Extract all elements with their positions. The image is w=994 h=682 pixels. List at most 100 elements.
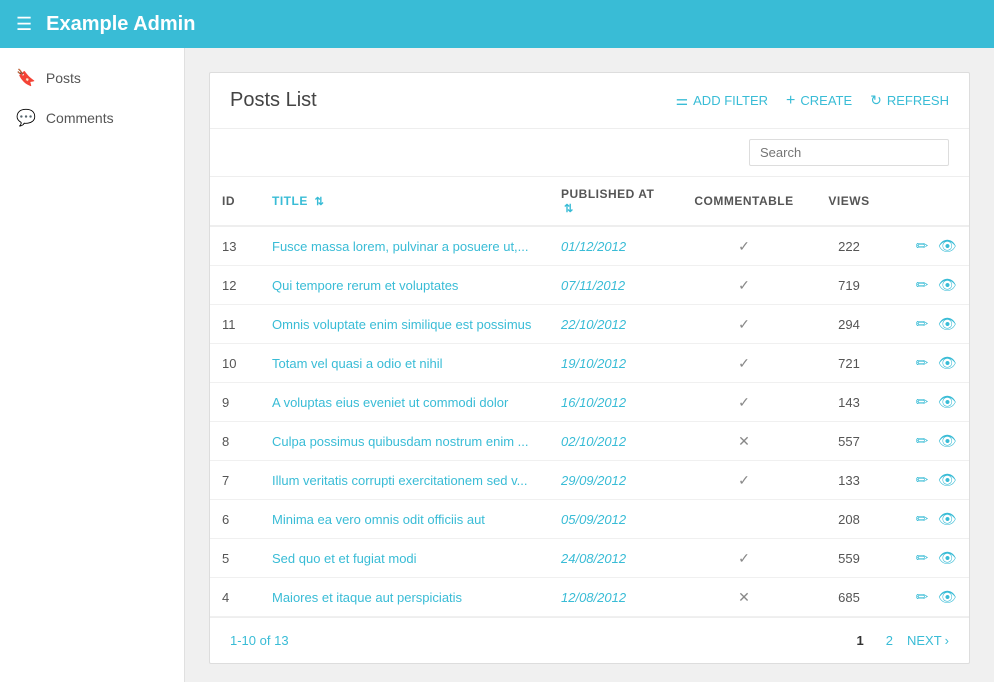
cell-commentable: ✓: [679, 383, 809, 422]
table-row: 6 Minima ea vero omnis odit officiis aut…: [210, 500, 969, 539]
chevron-right-icon: ›: [945, 633, 949, 648]
cell-published-at: 16/10/2012: [549, 383, 679, 422]
post-title-link[interactable]: Minima ea vero omnis odit officiis aut: [272, 512, 485, 527]
post-title-link[interactable]: Maiores et itaque aut perspiciatis: [272, 590, 462, 605]
edit-icon[interactable]: ✏: [916, 277, 929, 294]
cell-actions: ✏ 👁: [889, 539, 969, 578]
cell-published-at: 19/10/2012: [549, 344, 679, 383]
cell-title: A voluptas eius eveniet ut commodi dolor: [260, 383, 549, 422]
view-icon[interactable]: 👁: [938, 433, 957, 450]
cross-icon: ✕: [738, 589, 750, 605]
post-title-link[interactable]: Qui tempore rerum et voluptates: [272, 278, 458, 293]
sidebar-item-comments-label: Comments: [46, 110, 114, 126]
app-title: Example Admin: [46, 13, 195, 36]
cell-actions: ✏ 👁: [889, 266, 969, 305]
cell-title: Fusce massa lorem, pulvinar a posuere ut…: [260, 226, 549, 266]
menu-icon[interactable]: ☰: [16, 14, 32, 35]
edit-icon[interactable]: ✏: [916, 589, 929, 606]
search-bar: [210, 129, 969, 177]
plus-icon: +: [786, 92, 795, 110]
cell-published-at: 05/09/2012: [549, 500, 679, 539]
cell-title: Minima ea vero omnis odit officiis aut: [260, 500, 549, 539]
edit-icon[interactable]: ✏: [916, 316, 929, 333]
cell-actions: ✏ 👁: [889, 383, 969, 422]
col-title[interactable]: TITLE ⇅: [260, 177, 549, 226]
cell-published-at: 02/10/2012: [549, 422, 679, 461]
filter-icon: ⚌: [676, 92, 689, 109]
cell-commentable: ✓: [679, 461, 809, 500]
post-title-link[interactable]: Totam vel quasi a odio et nihil: [272, 356, 443, 371]
view-icon[interactable]: 👁: [938, 472, 957, 489]
cell-commentable: ✓: [679, 305, 809, 344]
table-row: 5 Sed quo et et fugiat modi 24/08/2012 ✓…: [210, 539, 969, 578]
edit-icon[interactable]: ✏: [916, 550, 929, 567]
post-title-link[interactable]: Omnis voluptate enim similique est possi…: [272, 317, 531, 332]
cell-actions: ✏ 👁: [889, 226, 969, 266]
edit-icon[interactable]: ✏: [916, 238, 929, 255]
add-filter-button[interactable]: ⚌ ADD FILTER: [676, 92, 768, 109]
table-row: 8 Culpa possimus quibusdam nostrum enim …: [210, 422, 969, 461]
view-icon[interactable]: 👁: [938, 589, 957, 606]
post-title-link[interactable]: Sed quo et et fugiat modi: [272, 551, 417, 566]
cell-id: 7: [210, 461, 260, 500]
cell-views: 208: [809, 500, 889, 539]
cell-views: 294: [809, 305, 889, 344]
view-icon[interactable]: 👁: [938, 511, 957, 528]
col-views: VIEWS: [809, 177, 889, 226]
edit-icon[interactable]: ✏: [916, 511, 929, 528]
cell-commentable: ✓: [679, 344, 809, 383]
refresh-icon: ↻: [870, 92, 882, 109]
sidebar: 🔖 Posts 💬 Comments: [0, 48, 185, 682]
edit-icon[interactable]: ✏: [916, 394, 929, 411]
table-row: 11 Omnis voluptate enim similique est po…: [210, 305, 969, 344]
create-button[interactable]: + CREATE: [786, 92, 852, 110]
pagination-pages: 1 2 NEXT ›: [849, 630, 949, 651]
sidebar-item-posts[interactable]: 🔖 Posts: [0, 58, 184, 98]
cell-commentable: ✓: [679, 266, 809, 305]
posts-table: ID TITLE ⇅ PUBLISHED AT ⇅ COMMENTABLE VI…: [210, 177, 969, 617]
table-row: 12 Qui tempore rerum et voluptates 07/11…: [210, 266, 969, 305]
view-icon[interactable]: 👁: [938, 277, 957, 294]
view-icon[interactable]: 👁: [938, 355, 957, 372]
cell-views: 685: [809, 578, 889, 617]
cell-title: Culpa possimus quibusdam nostrum enim ..…: [260, 422, 549, 461]
sidebar-item-comments[interactable]: 💬 Comments: [0, 98, 184, 138]
view-icon[interactable]: 👁: [938, 238, 957, 255]
cell-id: 13: [210, 226, 260, 266]
view-icon[interactable]: 👁: [938, 550, 957, 567]
post-title-link[interactable]: A voluptas eius eveniet ut commodi dolor: [272, 395, 508, 410]
panel-actions: ⚌ ADD FILTER + CREATE ↻ REFRESH: [676, 92, 949, 110]
cell-title: Qui tempore rerum et voluptates: [260, 266, 549, 305]
col-actions: [889, 177, 969, 226]
sort-icon: ⇅: [315, 196, 325, 208]
edit-icon[interactable]: ✏: [916, 433, 929, 450]
cell-published-at: 07/11/2012: [549, 266, 679, 305]
sidebar-item-posts-label: Posts: [46, 70, 81, 86]
cell-views: 559: [809, 539, 889, 578]
cell-published-at: 22/10/2012: [549, 305, 679, 344]
check-icon: ✓: [738, 355, 750, 371]
edit-icon[interactable]: ✏: [916, 472, 929, 489]
cell-views: 133: [809, 461, 889, 500]
post-title-link[interactable]: Illum veritatis corrupti exercitationem …: [272, 473, 528, 488]
check-icon: ✓: [738, 238, 750, 254]
next-page-button[interactable]: NEXT ›: [907, 633, 949, 648]
cell-views: 557: [809, 422, 889, 461]
view-icon[interactable]: 👁: [938, 394, 957, 411]
page-1-button[interactable]: 1: [849, 630, 872, 651]
page-2-button[interactable]: 2: [878, 630, 901, 651]
cell-title: Omnis voluptate enim similique est possi…: [260, 305, 549, 344]
comments-icon: 💬: [16, 108, 36, 128]
search-input[interactable]: [749, 139, 949, 166]
check-icon: ✓: [738, 472, 750, 488]
post-title-link[interactable]: Culpa possimus quibusdam nostrum enim ..…: [272, 434, 529, 449]
check-icon: ✓: [738, 277, 750, 293]
refresh-button[interactable]: ↻ REFRESH: [870, 92, 949, 109]
cell-title: Illum veritatis corrupti exercitationem …: [260, 461, 549, 500]
view-icon[interactable]: 👁: [938, 316, 957, 333]
cell-id: 4: [210, 578, 260, 617]
edit-icon[interactable]: ✏: [916, 355, 929, 372]
posts-icon: 🔖: [16, 68, 36, 88]
cell-published-at: 24/08/2012: [549, 539, 679, 578]
post-title-link[interactable]: Fusce massa lorem, pulvinar a posuere ut…: [272, 239, 529, 254]
